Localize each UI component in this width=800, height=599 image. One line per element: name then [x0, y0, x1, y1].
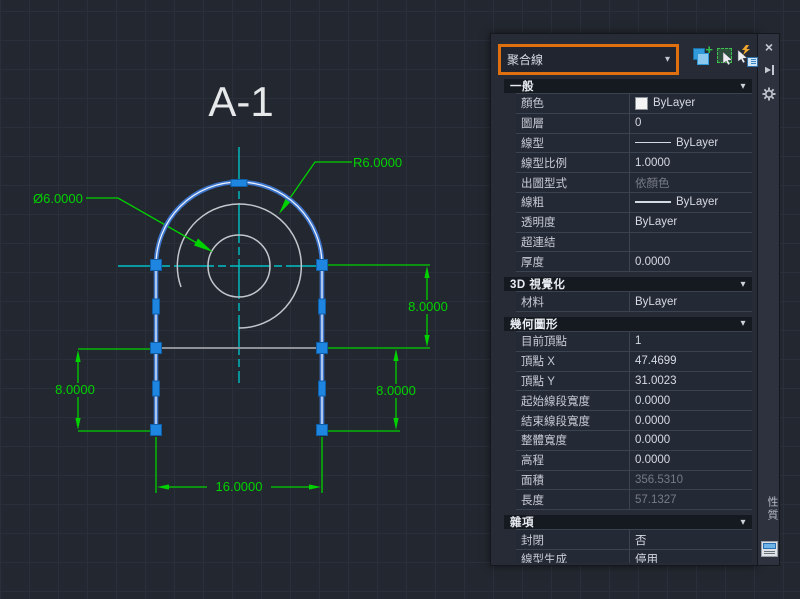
value-cell: 57.1327: [635, 493, 677, 506]
row-transparency: 透明度 ByLayer: [516, 212, 752, 233]
value-cell[interactable]: ByLayer: [630, 193, 752, 212]
select-objects-icon[interactable]: [716, 47, 736, 67]
object-type-selector[interactable]: 聚合線 ▾: [498, 44, 679, 75]
cursor-arrow-icon: [722, 52, 733, 65]
value-cell[interactable]: 0.0000: [630, 431, 752, 450]
chevron-down-icon: ▾: [664, 54, 670, 65]
row-end-width: 結束線段寬度 0.0000: [516, 411, 752, 431]
list-icon: [747, 57, 758, 67]
row-vertex-x: 頂點 X 47.4699: [516, 351, 752, 372]
pickadd-toggle-icon[interactable]: +: [692, 42, 713, 67]
chevron-down-icon: ▾: [740, 516, 746, 528]
value-cell[interactable]: 否: [630, 530, 752, 549]
dimension-arrows: [75, 195, 430, 490]
dimension-labels: Ø6.0000 R6.0000 8.0000 8.0000 8.0000 16.…: [33, 155, 448, 494]
section-header-misc[interactable]: 雜項 ▾: [504, 515, 752, 530]
value-cell[interactable]: 31.0023: [630, 372, 752, 391]
row-vertex-y: 頂點 Y 31.0023: [516, 371, 752, 392]
grip-vertex: [316, 342, 328, 354]
row-linetype-generation: 線型生成 停用: [516, 549, 752, 563]
properties-palette: 聚合線 ▾ + 一般 ▾ 顏色 ByLayer 圖層 0 線型 ByLayer …: [490, 33, 758, 566]
value-cell[interactable]: 0.0000: [630, 391, 752, 410]
grip-vertex: [150, 424, 162, 436]
grip-midpoint: [318, 380, 326, 397]
row-start-width: 起始線段寬度 0.0000: [516, 391, 752, 412]
value-cell[interactable]: 47.4699: [630, 352, 752, 371]
row-linetype: 線型 ByLayer: [516, 133, 752, 154]
properties-palette-icon[interactable]: [761, 541, 778, 557]
dim-right-lower: 8.0000: [376, 383, 416, 398]
section-rows-general: 顏色 ByLayer 圖層 0 線型 ByLayer 線型比例 1.0000 出…: [516, 93, 752, 273]
chevron-down-icon: ▾: [740, 80, 746, 92]
grip-midpoint: [152, 298, 160, 315]
grip-vertex: [316, 424, 328, 436]
lightning-icon: [742, 45, 750, 55]
value-cell[interactable]: 0.0000: [630, 451, 752, 470]
section-rows-misc: 封閉 否 線型生成 停用: [516, 529, 752, 563]
chevron-down-icon: ▾: [740, 278, 746, 290]
row-elevation: 高程 0.0000: [516, 450, 752, 471]
value-cell[interactable]: 1.0000: [630, 153, 752, 172]
dimensions[interactable]: [77, 161, 430, 493]
row-layer: 圖層 0: [516, 113, 752, 134]
value-cell: 356.5310: [635, 473, 683, 486]
plus-icon: +: [705, 42, 713, 57]
value-cell[interactable]: 0: [630, 114, 752, 133]
grip-midpoint: [318, 298, 326, 315]
drawing-title[interactable]: A-1: [208, 78, 273, 125]
radius-label: R6.0000: [353, 155, 402, 170]
section-rows-3d: 材料 ByLayer: [516, 291, 752, 312]
palette-tab-label[interactable]: 性質: [758, 487, 780, 531]
row-lineweight: 線粗 ByLayer: [516, 192, 752, 213]
dim-bottom: 16.0000: [216, 479, 263, 494]
grip-vertex: [150, 342, 162, 354]
row-linetype-scale: 線型比例 1.0000: [516, 153, 752, 174]
grip-vertex: [150, 259, 162, 271]
value-cell[interactable]: [630, 233, 752, 252]
value-cell: 依顏色: [635, 177, 670, 190]
value-cell[interactable]: ByLayer: [630, 94, 752, 113]
auto-hide-icon[interactable]: [758, 63, 780, 81]
linetype-sample-icon: [635, 142, 671, 144]
chevron-down-icon: ▾: [740, 318, 746, 330]
section-header-geometry[interactable]: 幾何圖形 ▾: [504, 316, 752, 331]
section-header-general[interactable]: 一般 ▾: [504, 79, 752, 93]
value-cell[interactable]: 停用: [630, 550, 752, 563]
row-color: 顏色 ByLayer: [516, 94, 752, 114]
row-plot-style: 出圖型式 依顏色: [516, 173, 752, 193]
row-area: 面積 356.5310: [516, 470, 752, 491]
row-hyperlink: 超連結: [516, 232, 752, 253]
value-cell[interactable]: ByLayer: [630, 134, 752, 153]
row-closed: 封閉 否: [516, 530, 752, 550]
row-length: 長度 57.1327: [516, 490, 752, 511]
dim-left: 8.0000: [55, 382, 95, 397]
value-cell[interactable]: 0.0000: [630, 252, 752, 271]
palette-titlebar: × 性質: [758, 33, 780, 566]
section-rows-geometry: 目前頂點 1 頂點 X 47.4699 頂點 Y 31.0023 起始線段寬度 …: [516, 330, 752, 511]
selected-object-type: 聚合線: [507, 53, 544, 67]
grip-vertex: [316, 259, 328, 271]
row-current-vertex: 目前頂點 1: [516, 331, 752, 352]
color-swatch-icon: [635, 96, 648, 110]
value-cell[interactable]: 0.0000: [630, 411, 752, 430]
row-material: 材料 ByLayer: [516, 292, 752, 312]
dim-right-upper: 8.0000: [408, 299, 448, 314]
gear-icon[interactable]: [758, 87, 780, 106]
value-cell[interactable]: 1: [630, 332, 752, 351]
grip-midpoint: [230, 179, 248, 187]
value-cell[interactable]: ByLayer: [630, 292, 752, 311]
grip-midpoint: [152, 380, 160, 397]
section-header-3d-visualization[interactable]: 3D 視覺化 ▾: [504, 277, 752, 292]
autocad-window: Ø6.0000 R6.0000 8.0000 8.0000 8.0000 16.…: [0, 0, 800, 599]
close-icon[interactable]: ×: [758, 39, 780, 55]
diameter-label: Ø6.0000: [33, 191, 83, 206]
lineweight-sample-icon: [635, 201, 671, 204]
value-cell[interactable]: ByLayer: [630, 213, 752, 232]
quick-select-icon[interactable]: [737, 45, 758, 67]
row-global-width: 整體寬度 0.0000: [516, 430, 752, 451]
row-thickness: 厚度 0.0000: [516, 252, 752, 273]
